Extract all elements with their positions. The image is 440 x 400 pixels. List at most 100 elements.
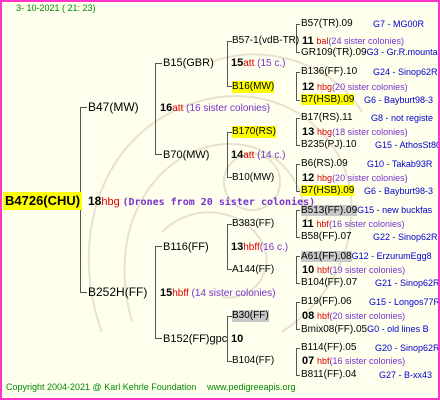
queen-gen1-a[interactable]: B47(MW) xyxy=(88,101,139,113)
gen4-row[interactable]: B58(FF).07 G22 - Sinop62R xyxy=(301,231,438,243)
gen2-b-mark: 14 xyxy=(231,149,244,161)
gen4-row[interactable]: B19(FF).06 G15 - Longos77R xyxy=(301,296,438,308)
gen3-h-mark: 07 xyxy=(302,355,315,367)
gen1-a-note: (16 sister colonies) xyxy=(186,103,271,114)
queen-gen2-a[interactable]: B15(GBR) xyxy=(163,57,214,69)
gen4-row[interactable]: Bmix08(FF).05G0 - old lines B xyxy=(301,323,429,336)
queen-gen2-c[interactable]: B116(FF) xyxy=(163,241,209,253)
queen-gen3-h[interactable]: B104(FF) xyxy=(232,355,274,367)
gen4-id: B104(FF).07 xyxy=(301,277,358,288)
gen3-d-mating: 12 hbg(20 sister colonies) xyxy=(302,172,408,185)
gen3-b-note: (20 sister colonies) xyxy=(332,82,408,92)
gen2-a-note: (15 c.) xyxy=(257,58,286,69)
gen3-b-mating: 12 hbg(20 sister colonies) xyxy=(302,81,408,94)
gen4-info: G24 - Sinop62R xyxy=(373,67,438,77)
gen4-info: G10 - Takab93R xyxy=(367,159,433,169)
gen2-a-breed: att xyxy=(243,58,255,69)
gen4-id: B57(TR).09 xyxy=(301,18,353,29)
pedigree-page: 3- 10-2021 ( 21: 23) B4726(CHU) 18hbg (D… xyxy=(0,0,440,400)
gen2-b-breed: att xyxy=(243,150,255,161)
gen3-h-breed: hbf xyxy=(317,356,330,366)
gen4-id: GR109(TR).09 xyxy=(301,47,367,58)
gen3-d-note: (20 sister colonies) xyxy=(332,173,408,183)
gen4-row[interactable]: B235(PJ).10 G15 - AthosSt80R xyxy=(301,139,438,151)
gen4-row[interactable]: B7(HSB).09 G6 - Bayburt98-3 xyxy=(301,185,433,197)
queen-gen2-d[interactable]: B152(FF)gpc xyxy=(163,333,227,345)
gen3-c-breed: hbg xyxy=(317,127,333,137)
root-queen-id[interactable]: B4726(CHU) xyxy=(3,192,83,210)
gen4-row[interactable]: GR109(TR).09G3 - Gr.R.mounta xyxy=(301,46,438,59)
gen4-id: A61(FF).08 xyxy=(301,251,352,262)
gen3-e-mark: 11 xyxy=(302,218,314,230)
gen4-row[interactable]: B104(FF).07 G21 - Sinop62R xyxy=(301,277,438,289)
copyright-footer: Copyright 2004-2021 @ Karl Kehrle Founda… xyxy=(6,382,197,392)
gen2-b-mating: 14att (14 c.) xyxy=(231,149,286,162)
queen-gen3-a[interactable]: B57-1(vdB-TR) xyxy=(232,35,299,47)
gen4-row[interactable]: B513(FF).09G15 - new buckfas xyxy=(301,204,432,217)
date-header: 3- 10-2021 ( 21: 23) xyxy=(16,3,96,13)
root-mating-info: 18hbg (Drones from 20 sister colonies) xyxy=(88,195,315,209)
queen-gen3-c[interactable]: B170(RS) xyxy=(232,126,276,138)
gen2-c-breed: hbff xyxy=(243,242,260,253)
gen4-id: B235(PJ).10 xyxy=(301,139,357,150)
gen4-info: G8 - not registe xyxy=(371,113,434,123)
gen4-row[interactable]: B17(RS).11 G8 - not registe xyxy=(301,112,433,124)
gen4-row[interactable]: A61(FF).08G12 - ErzurumEgg8 xyxy=(301,250,432,263)
gen4-id: B114(FF).05 xyxy=(301,342,357,353)
gen3-b-mark: 12 xyxy=(302,81,315,93)
gen3-h-mating: 07 hbf(16 sister colonies) xyxy=(302,355,405,368)
gen3-g-mark: 08 xyxy=(302,310,315,322)
gen3-f-mark: 10 xyxy=(302,264,315,276)
queen-gen3-e[interactable]: B383(FF) xyxy=(232,218,274,230)
gen2-d-mating: 10 xyxy=(231,333,243,346)
queen-gen3-f[interactable]: A144(FF) xyxy=(232,264,274,276)
queen-gen1-b[interactable]: B252H(FF) xyxy=(88,286,147,298)
gen3-a-breed: bal xyxy=(316,36,329,46)
gen4-info: G7 - MG00R xyxy=(373,19,425,29)
gen4-id: B7(HSB).09 xyxy=(301,185,355,196)
gen3-d-breed: hbg xyxy=(317,173,333,183)
gen3-e-note: (16 sister colonies) xyxy=(328,219,405,229)
gen4-id: B17(RS).11 xyxy=(301,112,353,123)
gen4-info: G15 - AthosSt80R xyxy=(375,140,438,150)
gen4-info: G22 - Sinop62R xyxy=(373,232,438,242)
root-mark: 18 xyxy=(88,194,102,208)
gen1-a-mark: 16 xyxy=(160,102,173,114)
gen1-b-mark: 15 xyxy=(160,287,173,299)
queen-gen2-b[interactable]: B70(MW) xyxy=(163,149,209,161)
gen4-id: B136(FF).10 xyxy=(301,66,358,77)
gen3-c-mating: 13 hbg(18 sister colonies) xyxy=(302,126,408,139)
gen4-id: B6(RS).09 xyxy=(301,158,348,169)
gen4-info: G15 - new buckfas xyxy=(357,205,433,215)
website-link[interactable]: www.pedigreeapis.org xyxy=(207,382,296,392)
gen1-a-mating: 16att (16 sister colonies) xyxy=(160,102,270,115)
gen4-id: B811(FF).04 xyxy=(301,369,357,380)
queen-gen3-b[interactable]: B16(MW) xyxy=(232,81,275,93)
root-note: (Drones from 20 sister colonies) xyxy=(122,197,316,208)
queen-gen3-d[interactable]: B10(MW) xyxy=(232,172,274,184)
gen4-row[interactable]: B57(TR).09 G7 - MG00R xyxy=(301,18,424,30)
gen3-d-mark: 12 xyxy=(302,172,315,184)
gen4-id: B513(FF).09 xyxy=(301,205,358,216)
gen4-info: G15 - Longos77R xyxy=(369,297,440,307)
gen3-b-breed: hbg xyxy=(317,82,333,92)
gen1-a-breed: att xyxy=(172,103,184,114)
gen1-b-breed: hbff xyxy=(172,288,189,299)
gen2-d-mark: 10 xyxy=(231,333,244,345)
gen4-info: G20 - Sinop62R xyxy=(375,343,440,353)
gen4-info: G6 - Bayburt98-3 xyxy=(364,186,434,196)
gen4-row[interactable]: B7(HSB).09 G6 - Bayburt98-3 xyxy=(301,94,433,106)
queen-gen3-g[interactable]: B30(FF) xyxy=(232,310,269,322)
gen2-c-note: (16 c.) xyxy=(259,242,289,253)
gen4-row[interactable]: B136(FF).10 G24 - Sinop62R xyxy=(301,66,438,78)
gen4-row[interactable]: B114(FF).05 G20 - Sinop62R xyxy=(301,342,438,354)
gen4-row[interactable]: B6(RS).09 G10 - Takab93R xyxy=(301,158,432,170)
gen1-b-mating: 15hbff (14 sister colonies) xyxy=(160,287,275,300)
gen3-e-mating: 11 hbf(16 sister colonies) xyxy=(302,218,404,231)
gen4-info: G27 - B-xx43 xyxy=(379,370,433,380)
gen3-h-note: (16 sister colonies) xyxy=(329,356,406,366)
gen4-id: B19(FF).06 xyxy=(301,296,352,307)
gen4-row[interactable]: B811(FF).04 G27 - B-xx43 xyxy=(301,369,432,381)
gen4-id: B7(HSB).09 xyxy=(301,94,355,105)
root-breed: hbg xyxy=(101,196,120,208)
